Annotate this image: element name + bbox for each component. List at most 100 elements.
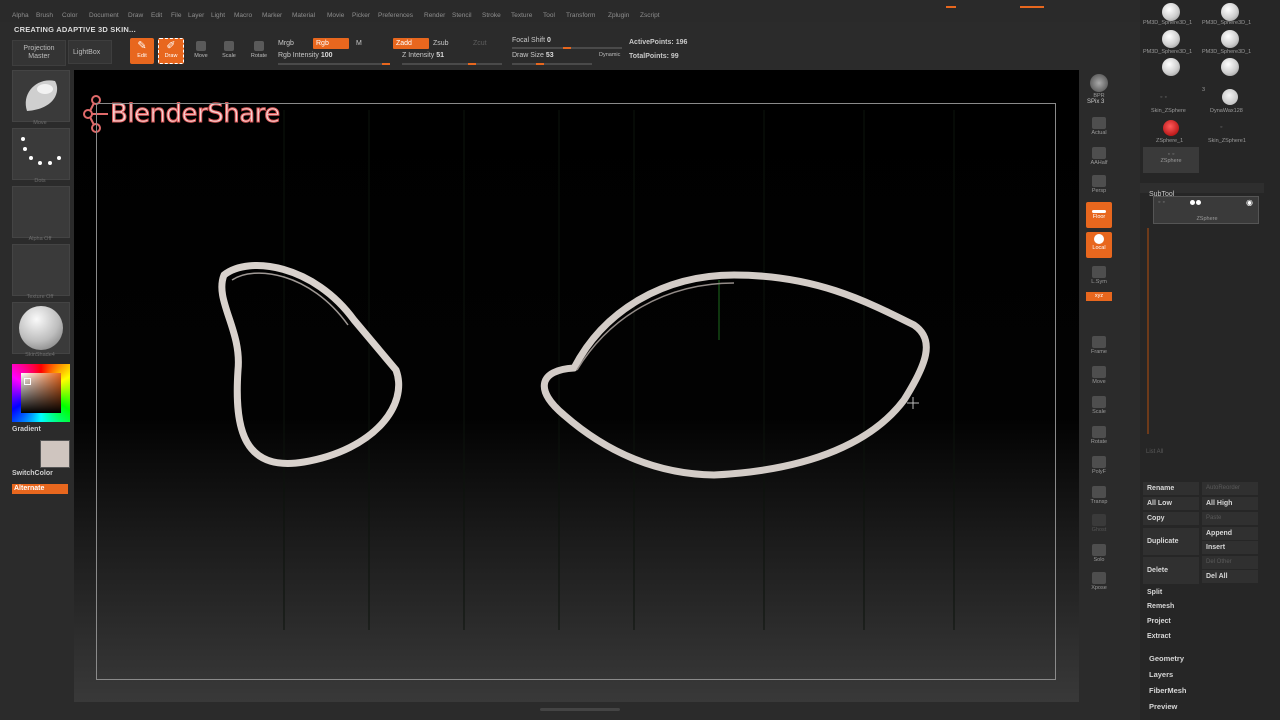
list-all-button[interactable]: List All xyxy=(1146,449,1163,455)
m-button[interactable]: M xyxy=(356,40,362,47)
copy-button[interactable]: Copy xyxy=(1143,512,1199,525)
rgb-intensity-track[interactable] xyxy=(278,63,390,65)
menu-color[interactable]: Color xyxy=(62,12,78,19)
split-button[interactable]: Split xyxy=(1143,586,1259,599)
draw-size-slider[interactable]: Draw Size 53 xyxy=(512,52,554,59)
subtool-header[interactable]: SubTool xyxy=(1140,183,1264,198)
paste-button[interactable]: Paste xyxy=(1202,512,1258,525)
zsphere-small-icon[interactable]: ◦ xyxy=(1220,124,1222,131)
frame-button[interactable]: Frame xyxy=(1086,334,1112,360)
draw-size-track[interactable] xyxy=(512,63,592,65)
edit-button[interactable]: ✎ Edit xyxy=(130,38,154,64)
actual-button[interactable]: Actual xyxy=(1086,115,1112,141)
project-button[interactable]: Project xyxy=(1143,615,1259,628)
z-intensity-slider[interactable]: Z Intensity 51 xyxy=(402,52,444,59)
rgb-button[interactable]: Rgb xyxy=(313,38,349,49)
tool-thumb-sphere-icon[interactable] xyxy=(1221,58,1239,76)
transp-button[interactable]: Transp xyxy=(1086,484,1112,510)
extract-button[interactable]: Extract xyxy=(1143,630,1259,643)
del-other-button[interactable]: Del Other xyxy=(1202,556,1258,569)
switch-color-button[interactable]: SwitchColor xyxy=(12,470,53,477)
fibermesh-section[interactable]: FiberMesh xyxy=(1149,686,1187,695)
tool-item-zsphere[interactable]: ◦ ◦ ZSphere xyxy=(1143,147,1199,173)
subtool-list-scrollbar[interactable] xyxy=(1147,228,1149,434)
zsub-button[interactable]: Zsub xyxy=(433,40,449,47)
main-color-swatch[interactable] xyxy=(40,440,70,468)
menu-tool[interactable]: Tool xyxy=(543,12,555,19)
layers-section[interactable]: Layers xyxy=(1149,670,1173,679)
rotate-view-button[interactable]: Rotate xyxy=(1086,424,1112,450)
insert-button[interactable]: Insert xyxy=(1202,541,1258,554)
zadd-button[interactable]: Zadd xyxy=(393,38,429,49)
rename-button[interactable]: Rename xyxy=(1143,482,1199,495)
aahalf-button[interactable]: AAHalf xyxy=(1086,145,1112,171)
move-button[interactable]: Move xyxy=(190,38,212,64)
eye-icon[interactable]: ◉ xyxy=(1246,198,1253,207)
scale-view-button[interactable]: Scale xyxy=(1086,394,1112,420)
polyf-button[interactable]: PolyF xyxy=(1086,454,1112,480)
scale-button[interactable]: Scale xyxy=(218,38,240,64)
xpose-button[interactable]: Xpose xyxy=(1086,570,1112,596)
stroke-dots-thumb[interactable] xyxy=(12,128,70,180)
rgb-intensity-slider[interactable]: Rgb Intensity 100 xyxy=(278,52,333,59)
tool-thumb-sphere-icon[interactable] xyxy=(1162,3,1180,21)
menu-zplugin[interactable]: Zplugin xyxy=(608,12,629,19)
texture-thumb[interactable] xyxy=(12,244,70,296)
solo-button[interactable]: Solo xyxy=(1086,542,1112,568)
menu-render[interactable]: Render xyxy=(424,12,445,19)
geometry-section[interactable]: Geometry xyxy=(1149,654,1184,663)
menu-alpha[interactable]: Alpha xyxy=(12,12,29,19)
menu-zscript[interactable]: Zscript xyxy=(640,12,660,19)
alpha-thumb[interactable] xyxy=(12,186,70,238)
tool-thumb-sphere-icon[interactable] xyxy=(1221,30,1239,48)
del-all-button[interactable]: Del All xyxy=(1202,570,1258,583)
menu-light[interactable]: Light xyxy=(211,12,225,19)
tool-thumb-sphere-icon[interactable] xyxy=(1221,3,1239,21)
tool-thumb-sphere-icon[interactable] xyxy=(1162,30,1180,48)
focal-shift-slider[interactable]: Focal Shift 0 xyxy=(512,37,551,44)
menu-file[interactable]: File xyxy=(171,12,181,19)
dynawax-head-icon[interactable] xyxy=(1222,89,1238,105)
spix-control[interactable]: SPix 3 xyxy=(1087,99,1104,105)
xyz-toggle[interactable]: xyz xyxy=(1086,292,1112,301)
tool-thumb-sphere-icon[interactable] xyxy=(1162,58,1180,76)
all-low-button[interactable]: All Low xyxy=(1143,497,1199,510)
menu-picker[interactable]: Picker xyxy=(352,12,370,19)
menu-edit[interactable]: Edit xyxy=(151,12,162,19)
menu-texture[interactable]: Texture xyxy=(511,12,532,19)
all-high-button[interactable]: All High xyxy=(1202,497,1258,510)
lightbox-button[interactable]: LightBox xyxy=(68,40,112,64)
menu-stencil[interactable]: Stencil xyxy=(452,12,472,19)
menu-brush[interactable]: Brush xyxy=(36,12,53,19)
zsphere-chain-icon[interactable]: ◦ ◦ xyxy=(1160,94,1184,101)
bottom-scroll-handle[interactable] xyxy=(540,708,620,711)
menu-preferences[interactable]: Preferences xyxy=(378,12,413,19)
zsphere-red-icon[interactable] xyxy=(1163,120,1179,136)
mrgb-button[interactable]: Mrgb xyxy=(278,40,294,47)
local-button[interactable]: Local xyxy=(1086,232,1112,258)
color-picker[interactable] xyxy=(12,364,70,422)
append-button[interactable]: Append xyxy=(1202,527,1258,540)
duplicate-button[interactable]: Duplicate xyxy=(1143,528,1199,555)
focal-shift-track[interactable] xyxy=(512,47,622,49)
delete-button[interactable]: Delete xyxy=(1143,557,1199,584)
subtool-item-zsphere[interactable]: ◦ ◦ ◉ ZSphere xyxy=(1153,196,1259,224)
menu-macro[interactable]: Macro xyxy=(234,12,252,19)
projection-master-button[interactable]: Projection Master xyxy=(12,40,66,66)
lsym-button[interactable]: L.Sym xyxy=(1086,264,1112,290)
brush-move-thumb[interactable] xyxy=(12,70,70,122)
gradient-label[interactable]: Gradient xyxy=(12,426,41,433)
zcut-button[interactable]: Zcut xyxy=(473,40,487,47)
move-view-button[interactable]: Move xyxy=(1086,364,1112,390)
menu-material[interactable]: Material xyxy=(292,12,315,19)
dynamic-toggle[interactable]: Dynamic xyxy=(599,52,620,58)
menu-stroke[interactable]: Stroke xyxy=(482,12,501,19)
menu-document[interactable]: Document xyxy=(89,12,119,19)
menu-transform[interactable]: Transform xyxy=(566,12,595,19)
floor-button[interactable]: Floor xyxy=(1086,202,1112,228)
menu-marker[interactable]: Marker xyxy=(262,12,282,19)
ghost-button[interactable]: Ghost xyxy=(1086,512,1112,538)
auto-reorder-button[interactable]: AutoReorder xyxy=(1202,482,1258,495)
bpr-button[interactable]: BPR xyxy=(1086,72,1112,99)
persp-button[interactable]: Persp xyxy=(1086,173,1112,199)
